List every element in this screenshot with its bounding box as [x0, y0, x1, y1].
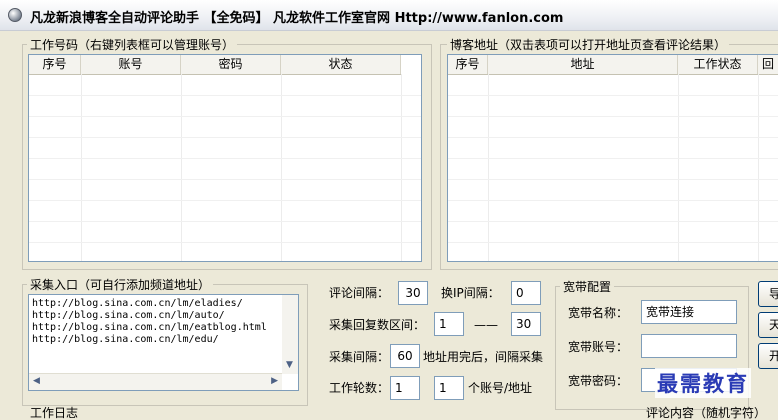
blogs-col-index[interactable]: 序号: [448, 55, 488, 74]
ip-interval-input[interactable]: 0: [511, 281, 541, 305]
accounts-col-status[interactable]: 状态: [281, 55, 401, 74]
add-button[interactable]: 天: [758, 312, 778, 338]
ip-interval-label: 换IP间隔：: [441, 286, 500, 300]
collect-url-line: http://blog.sina.com.cn/lm/eatblog.html: [32, 322, 267, 333]
blogs-list[interactable]: 序号 地址 工作状态 回: [447, 54, 778, 262]
scroll-left-arrow-icon[interactable]: ◀: [33, 377, 40, 386]
rounds-input[interactable]: 1: [390, 376, 420, 400]
title-bar: 凡龙新浪博客全自动评论助手 【全免码】 凡龙软件工作室官网 Http://www…: [0, 0, 778, 31]
accounts-list-header: 序号 账号 密码 状态: [29, 55, 401, 75]
scroll-down-arrow-icon[interactable]: ▼: [286, 361, 293, 370]
import-button[interactable]: 导: [758, 281, 778, 307]
broadband-account-input[interactable]: [641, 334, 737, 358]
per-account-input[interactable]: 1: [434, 376, 464, 400]
collect-vertical-scrollbar[interactable]: ▼: [282, 295, 298, 374]
accounts-col-password[interactable]: 密码: [181, 55, 281, 74]
blogs-col-address[interactable]: 地址: [488, 55, 678, 74]
broadband-account-label: 宽带账号：: [568, 340, 629, 354]
blogs-col-work-status[interactable]: 工作状态: [678, 55, 758, 74]
collect-horizontal-scrollbar[interactable]: ◀ ▶: [29, 373, 282, 390]
broadband-group-label: 宽带配置: [560, 280, 615, 294]
rounds-label: 工作轮数：: [329, 381, 390, 395]
collect-group-label: 采集入口（可自行添加频道地址）: [27, 278, 214, 292]
blogs-col-reply[interactable]: 回: [758, 55, 778, 74]
accounts-col-index[interactable]: 序号: [29, 55, 81, 74]
start-button[interactable]: 开: [758, 343, 778, 369]
collect-interval-input[interactable]: 60: [390, 344, 420, 368]
collect-url-line: http://blog.sina.com.cn/lm/edu/: [32, 334, 219, 345]
broadband-name-input[interactable]: 宽带连接: [641, 300, 737, 324]
blogs-list-header: 序号 地址 工作状态 回: [448, 55, 778, 75]
broadband-password-label: 宽带密码：: [568, 374, 629, 388]
accounts-list[interactable]: 序号 账号 密码 状态: [28, 54, 422, 262]
accounts-col-account[interactable]: 账号: [81, 55, 181, 74]
comment-interval-label: 评论间隔：: [329, 286, 390, 300]
collect-url-line: http://blog.sina.com.cn/lm/auto/: [32, 310, 225, 321]
collect-interval-label: 采集间隔：: [329, 350, 390, 364]
comment-content-label: 评论内容（随机字符）: [646, 406, 767, 420]
blogs-group-label: 博客地址（双击表项可以打开地址页查看评论结果）: [447, 38, 730, 52]
per-account-label: 个账号/地址: [468, 381, 533, 395]
collect-note: 地址用完后，间隔采集: [423, 350, 544, 364]
watermark: 最需教育: [655, 368, 751, 398]
window-title: 凡龙新浪博客全自动评论助手 【全免码】 凡龙软件工作室官网 Http://www…: [30, 11, 564, 26]
reply-min-input[interactable]: 1: [434, 312, 464, 336]
range-dash: ——: [474, 318, 498, 332]
collect-url-textarea[interactable]: http://blog.sina.com.cn/lm/eladies/ http…: [28, 294, 299, 391]
reply-range-label: 采集回复数区间：: [329, 318, 426, 332]
broadband-name-label: 宽带名称：: [568, 306, 629, 320]
reply-max-input[interactable]: 30: [511, 312, 541, 336]
app-icon: [8, 8, 22, 22]
comment-interval-input[interactable]: 30: [398, 281, 428, 305]
work-log-label: 工作日志: [30, 406, 79, 420]
scroll-right-arrow-icon[interactable]: ▶: [271, 377, 278, 386]
accounts-group-label: 工作号码（右键列表框可以管理账号）: [27, 38, 238, 52]
collect-url-line: http://blog.sina.com.cn/lm/eladies/: [32, 298, 243, 309]
